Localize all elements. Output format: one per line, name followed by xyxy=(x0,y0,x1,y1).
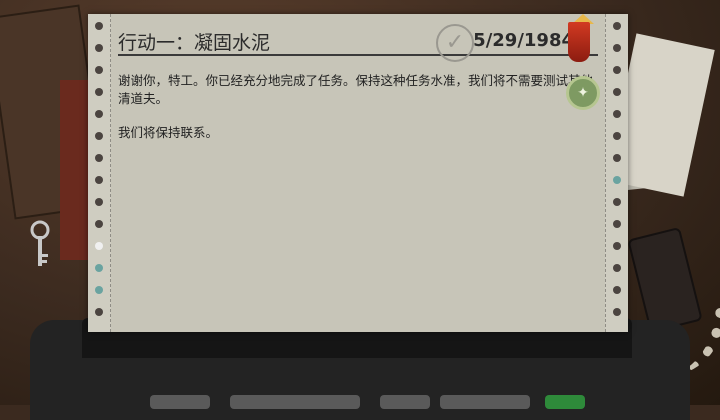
printer-green-button[interactable] xyxy=(545,395,585,409)
feed-hole xyxy=(613,308,621,316)
check-stamp-icon: ✓ xyxy=(436,24,474,62)
feed-hole xyxy=(95,22,103,30)
feed-hole xyxy=(95,220,103,228)
feed-hole xyxy=(95,286,103,294)
feed-hole xyxy=(95,308,103,316)
feed-hole xyxy=(95,110,103,118)
feed-hole xyxy=(613,22,621,30)
feed-hole xyxy=(95,88,103,96)
rank-chevron-icon[interactable] xyxy=(568,22,590,62)
feed-hole xyxy=(613,132,621,140)
report-paragraph: 谢谢你，特工。你已经充分地完成了任务。保持这种任务水准，我们将不需要测试其他清道… xyxy=(118,73,594,106)
feed-hole xyxy=(95,176,103,184)
report-date: 5/29/1984 xyxy=(473,30,574,51)
report-body: 谢谢你，特工。你已经充分地完成了任务。保持这种任务水准，我们将不需要测试其他清道… xyxy=(118,72,598,158)
printer-button[interactable] xyxy=(440,395,530,409)
tractor-feed-right xyxy=(605,14,628,332)
report-paragraph: 我们将保持联系。 xyxy=(118,125,219,140)
mission-report-paper: 行动一：凝固水泥 ✓ 5/29/1984 谢谢你，特工。你已经充分地完成了任务。… xyxy=(88,14,628,332)
feed-hole xyxy=(95,44,103,52)
feed-hole xyxy=(95,154,103,162)
feed-hole xyxy=(613,66,621,74)
feed-hole xyxy=(95,198,103,206)
feed-hole xyxy=(95,132,103,140)
feed-hole xyxy=(613,264,621,272)
feed-hole xyxy=(613,176,621,184)
feed-hole xyxy=(613,242,621,250)
tractor-feed-left xyxy=(88,14,111,332)
feed-hole xyxy=(95,242,103,250)
feed-hole xyxy=(95,264,103,272)
feed-hole xyxy=(613,110,621,118)
feed-hole xyxy=(613,88,621,96)
printer-button[interactable] xyxy=(150,395,210,409)
feed-hole xyxy=(613,286,621,294)
printer-button[interactable] xyxy=(380,395,430,409)
feed-hole xyxy=(613,220,621,228)
keys-icon xyxy=(30,220,50,266)
feed-hole xyxy=(613,44,621,52)
feed-hole xyxy=(95,66,103,74)
medal-icon[interactable]: ✦ xyxy=(566,76,600,110)
report-title: 行动一：凝固水泥 xyxy=(118,32,271,54)
feed-hole xyxy=(613,154,621,162)
feed-hole xyxy=(613,198,621,206)
printer-button[interactable] xyxy=(230,395,360,409)
report-header: 行动一：凝固水泥 ✓ 5/29/1984 xyxy=(118,22,598,62)
